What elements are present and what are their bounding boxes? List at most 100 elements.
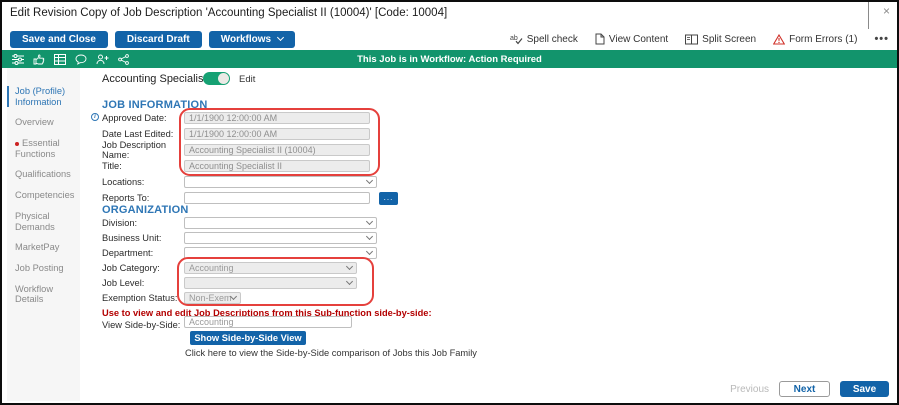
workflows-label: Workflows [220,33,272,45]
chevron-down-icon [277,33,285,42]
job-level-label: Job Level: [102,277,145,288]
field-row-department: Department: [102,245,377,260]
job-description-name-label: Job Description Name: [102,140,167,160]
locations-label: Locations: [102,177,145,187]
chevron-down-icon [345,262,354,270]
chevron-down-icon [365,232,374,240]
workflows-dropdown-button[interactable]: Workflows [208,30,296,48]
title-label: Title: [102,161,122,171]
job-category-select: Accounting [184,261,357,274]
info-icon[interactable]: i [91,113,99,121]
sidebar-item-label: Competencies [15,190,75,201]
split-screen-icon [685,34,699,44]
sidebar-item-label: Job Posting [15,262,64,273]
approved-date-label: Approved Date: [102,113,167,123]
field-row-job-category: Job Category: Accounting [102,260,377,275]
view-content-label: View Content [608,33,669,45]
chevron-down-icon [365,217,374,225]
job-information-fields: i Approved Date: Date Last Edited: Job D… [91,110,398,206]
sidebar-item-overview[interactable]: Overview [7,117,80,128]
view-side-by-side-label: View Side-by-Side: [102,320,181,330]
sidebar-item-job-posting[interactable]: Job Posting [7,263,80,274]
locations-select[interactable] [184,176,377,188]
field-row-locations: Locations: [102,174,398,190]
warning-triangle-icon [773,33,786,45]
next-button[interactable]: Next [779,381,830,397]
field-row-title: Title: [102,158,398,174]
field-row-division: Division: [102,215,377,230]
field-row-approved-date: i Approved Date: [91,110,398,126]
department-label: Department: [102,247,154,258]
job-category-label: Job Category: [102,262,160,273]
job-category-value: Accounting [189,262,234,273]
workflow-banner: This Job is in Workflow: Action Required [2,50,897,68]
sidebar-item-job-profile-information[interactable]: Job (Profile) Information [7,86,80,108]
view-content-button[interactable]: View Content [595,33,668,45]
job-level-select [184,276,357,289]
exemption-status-select: Non-Exempt [184,291,241,304]
close-icon[interactable]: × [883,4,890,18]
toggle-knob [218,73,229,84]
job-description-name-input [184,144,370,156]
reports-to-input[interactable] [184,192,370,204]
edit-toggle-label: Edit [239,74,256,85]
sidebar-item-label: Overview [15,117,54,128]
division-select[interactable] [184,216,377,229]
ellipsis-icon: ••• [874,33,889,45]
sidebar-item-label: MarketPay [15,242,60,253]
toolbar-right: ab Spell check View Content Split Screen… [510,33,889,45]
organization-fields: Division: Business Unit: Department: Job… [102,215,377,305]
field-row-job-level: Job Level: [102,275,377,290]
split-screen-button[interactable]: Split Screen [685,34,756,45]
reports-to-browse-button[interactable]: ... [379,191,398,205]
sidebar-item-label: Workflow Details [15,283,54,305]
show-side-by-side-button[interactable]: Show Side-by-Side View [190,331,306,345]
business-unit-select[interactable] [184,231,377,244]
job-title-text: Accounting Specialist II [102,73,216,85]
previous-button-disabled: Previous [730,383,769,395]
edit-toggle[interactable] [203,72,230,85]
field-row-business-unit: Business Unit: [102,230,377,245]
department-select[interactable] [184,246,377,259]
spell-check-button[interactable]: ab Spell check [510,33,578,45]
spellcheck-icon: ab [510,35,523,45]
sidebar-item-competencies[interactable]: Competencies [7,190,80,201]
discard-draft-button[interactable]: Discard Draft [114,30,202,48]
save-button[interactable]: Save [840,381,889,397]
exemption-status-value: Non-Exempt [189,292,231,303]
footer: Previous Next Save [730,381,889,397]
chevron-down-icon [365,247,374,255]
alert-dot-icon [15,141,19,146]
view-side-by-side-input[interactable] [184,316,352,328]
form-errors-button[interactable]: Form Errors (1) [773,33,858,45]
date-last-edited-input [184,128,370,140]
sidebar-item-marketpay[interactable]: MarketPay [7,242,80,253]
sidebar-item-label: Essential Functions [15,138,60,159]
sidebar-item-label: Qualifications [15,169,71,180]
form-errors-label: Form Errors (1) [789,33,858,45]
sidebar-item-essential-functions[interactable]: Essential Functions [7,138,80,159]
sidebar-item-qualifications[interactable]: Qualifications [7,169,80,180]
svg-text:ab: ab [510,35,518,42]
field-row-job-description-name: Job Description Name: [102,140,398,160]
side-by-side-hint-link[interactable]: Click here to view the Side-by-Side comp… [185,348,477,358]
title-input [184,160,370,172]
window-title: Edit Revision Copy of Job Description 'A… [10,7,448,19]
save-and-close-label: Save and Close [22,33,96,45]
sidebar-item-physical-demands[interactable]: Physical Demands [7,211,80,232]
sidebar-item-workflow-details[interactable]: Workflow Details [7,284,80,305]
spell-check-label: Spell check [526,33,578,45]
chevron-down-icon [345,277,354,285]
reports-to-label: Reports To: [102,193,150,203]
sidebar: Job (Profile) Information Overview Essen… [7,68,80,401]
job-description-editor-window: Edit Revision Copy of Job Description 'A… [0,0,899,405]
more-options-button[interactable]: ••• [874,33,889,45]
chevron-down-icon [229,292,238,300]
document-icon [595,33,605,45]
exemption-status-label: Exemption Status: [102,292,178,303]
approved-date-input [184,112,370,124]
discard-draft-label: Discard Draft [126,33,190,45]
business-unit-label: Business Unit: [102,232,162,243]
window-divider [868,2,869,29]
save-and-close-button[interactable]: Save and Close [10,30,108,48]
